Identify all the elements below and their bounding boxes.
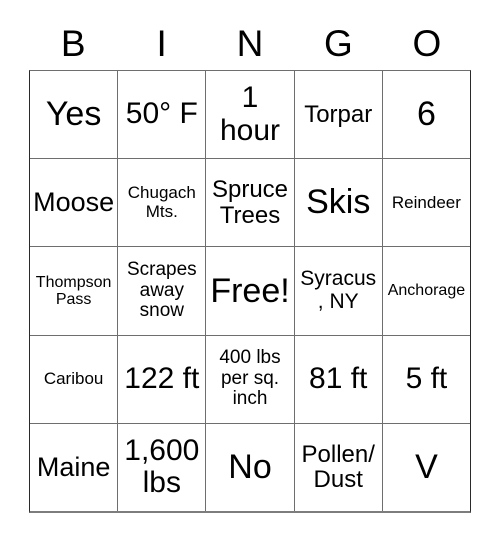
bingo-cell-text: 1 hour	[219, 81, 281, 147]
bingo-cell[interactable]: 5 ft	[383, 336, 470, 423]
bingo-header: B I N G O	[29, 18, 471, 68]
bingo-cell[interactable]: Pollen/ Dust	[295, 423, 383, 512]
bingo-row: Yes 50° F 1 hour Torpar 6	[30, 71, 470, 160]
bingo-cell[interactable]: Yes	[30, 71, 119, 159]
bingo-row: Thompson Pass Scrapes away snow Free! Sy…	[30, 247, 470, 336]
bingo-cell-text: 5 ft	[405, 362, 448, 396]
bingo-free-space-text: Free!	[210, 271, 290, 310]
bingo-cell-text: 122 ft	[124, 362, 200, 396]
bingo-cell-text: Spruce Trees	[211, 175, 289, 229]
bingo-cell-text: V	[415, 448, 438, 487]
bingo-row: Moose Chugach Mts. Spruce Trees Skis Rei…	[30, 159, 470, 248]
bingo-row: Maine 1,600 lbs No Pollen/ Dust V	[30, 423, 470, 512]
bingo-cell-text: 6	[416, 95, 436, 134]
bingo-header-letter-o: O	[383, 18, 471, 68]
bingo-cell[interactable]: Moose	[30, 159, 119, 247]
bingo-cell[interactable]: 400 lbs per sq. inch	[206, 335, 295, 423]
bingo-cell-text: 81 ft	[309, 362, 368, 396]
bingo-cell[interactable]: 122 ft	[118, 335, 207, 423]
bingo-cell-text: 400 lbs per sq. inch	[219, 347, 281, 410]
bingo-cell-text: Anchorage	[387, 282, 466, 300]
bingo-cell[interactable]: 50° F	[118, 71, 207, 159]
bingo-cell-text: Maine	[36, 451, 111, 482]
bingo-cell-text: Yes	[45, 95, 102, 134]
bingo-cell[interactable]: 1 hour	[206, 71, 295, 159]
bingo-header-letter-n: N	[206, 18, 294, 68]
bingo-cell[interactable]: Maine	[30, 423, 119, 512]
bingo-header-letter-i: I	[117, 18, 205, 68]
bingo-cell[interactable]: Syracus, NY	[295, 247, 383, 335]
bingo-cell-text: Skis	[306, 183, 371, 222]
bingo-cell[interactable]: Caribou	[30, 335, 119, 423]
bingo-cell[interactable]: No	[206, 423, 295, 512]
bingo-cell[interactable]: Spruce Trees	[206, 159, 295, 247]
bingo-cell-text: Thompson Pass	[35, 273, 112, 308]
bingo-cell[interactable]: 1,600 lbs	[118, 423, 207, 512]
header-letter-text: G	[324, 22, 353, 64]
bingo-cell-text: Pollen/ Dust	[301, 440, 375, 494]
bingo-cell[interactable]: Chugach Mts.	[118, 159, 207, 247]
bingo-cell[interactable]: 6	[383, 71, 470, 158]
bingo-header-letter-g: G	[294, 18, 382, 68]
header-letter-text: O	[412, 22, 442, 64]
header-letter-text: B	[60, 22, 86, 64]
bingo-row: Caribou 122 ft 400 lbs per sq. inch 81 f…	[30, 335, 470, 424]
bingo-header-letter-b: B	[29, 18, 117, 68]
bingo-cell-text: Chugach Mts.	[127, 183, 196, 221]
bingo-cell-text: 50° F	[125, 97, 198, 131]
bingo-cell-text: Reindeer	[391, 192, 461, 212]
bingo-cell[interactable]: Anchorage	[383, 247, 470, 334]
bingo-cell[interactable]: Skis	[295, 159, 383, 247]
bingo-cell-free-space[interactable]: Free!	[206, 247, 295, 335]
header-letter-text: N	[236, 22, 264, 64]
header-letter-text: I	[156, 22, 167, 64]
bingo-cell-text: Moose	[33, 187, 115, 218]
bingo-cell-text: Syracus, NY	[300, 267, 377, 313]
bingo-cell[interactable]: Thompson Pass	[30, 247, 119, 335]
bingo-cell-text: Caribou	[43, 369, 104, 389]
bingo-cell[interactable]: V	[383, 424, 470, 511]
bingo-grid: Yes 50° F 1 hour Torpar 6 Moose Chugach …	[29, 70, 471, 513]
bingo-cell-text: Torpar	[304, 100, 373, 128]
bingo-cell[interactable]: 81 ft	[295, 335, 383, 423]
bingo-cell[interactable]: Reindeer	[383, 159, 470, 246]
bingo-cell-text: Scrapes away snow	[126, 259, 197, 322]
bingo-cell[interactable]: Torpar	[295, 71, 383, 159]
bingo-cell-text: No	[228, 448, 272, 487]
bingo-cell-text: 1,600 lbs	[124, 434, 200, 500]
bingo-card: B I N G O Yes 50° F 1 hour Torpar 6 Moos…	[0, 0, 500, 544]
bingo-cell[interactable]: Scrapes away snow	[118, 247, 207, 335]
